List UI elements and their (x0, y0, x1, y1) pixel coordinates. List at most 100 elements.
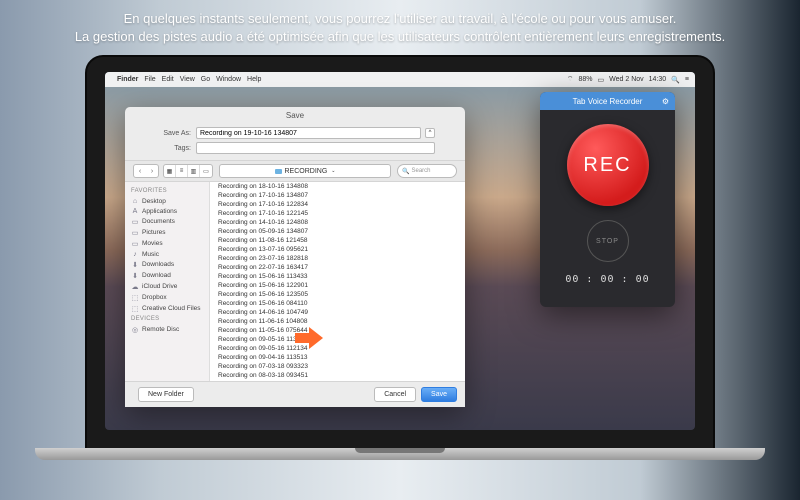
record-button[interactable]: REC (567, 124, 649, 206)
back-icon[interactable]: ‹ (134, 165, 146, 177)
file-row[interactable]: Recording on 18-10-16 134808 (210, 182, 465, 191)
folder-icon (275, 169, 282, 174)
sidebar-item-icon: ⌂ (131, 198, 139, 205)
dialog-sidebar: Favorites ⌂DesktopAApplications▭Document… (125, 182, 210, 381)
sidebar-item[interactable]: ⬇Download (125, 270, 209, 281)
file-row[interactable]: Recording on 11-08-16 121458 (210, 236, 465, 245)
hero-line-1: En quelques instants seulement, vous pou… (0, 10, 800, 28)
sidebar-item-icon: ⬚ (131, 294, 139, 302)
menu-view[interactable]: View (180, 76, 195, 83)
file-row[interactable]: Recording on 17-10-16 122834 (210, 200, 465, 209)
laptop-frame: Finder File Edit View Go Window Help ⌔ 8… (85, 55, 715, 485)
dropdown-chevron-icon: ⌄ (331, 168, 335, 174)
sidebar-item-label: Creative Cloud Files (142, 305, 201, 312)
menu-help[interactable]: Help (247, 76, 261, 83)
notifications-icon[interactable]: ≡ (685, 76, 689, 83)
tags-input[interactable] (196, 142, 435, 154)
icon-view-icon[interactable]: ▦ (164, 165, 176, 177)
sidebar-item-label: Documents (142, 218, 175, 225)
file-row[interactable]: Recording on 05-09-16 134807 (210, 227, 465, 236)
new-folder-button[interactable]: New Folder (138, 387, 194, 402)
laptop-base (35, 448, 765, 460)
save-button[interactable]: Save (421, 387, 457, 402)
file-row[interactable]: Recording on 14-06-16 104749 (210, 308, 465, 317)
spotlight-icon[interactable]: 🔍 (671, 76, 680, 84)
sidebar-item-label: Pictures (142, 229, 165, 236)
wifi-icon[interactable]: ⌔ (567, 75, 574, 84)
sidebar-item-label: Download (142, 272, 171, 279)
sidebar-item[interactable]: ⬚Dropbox (125, 292, 209, 303)
menubar-time: 14:30 (649, 76, 667, 83)
file-row[interactable]: Recording on 07-03-18 093323 (210, 362, 465, 371)
file-row[interactable]: Recording on 09-05-16 112134 (210, 344, 465, 353)
column-view-icon[interactable]: ▥ (188, 165, 200, 177)
sidebar-item[interactable]: ⬚Creative Cloud Files (125, 303, 209, 314)
file-row[interactable]: Recording on 14-10-16 124808 (210, 218, 465, 227)
sidebar-item[interactable]: ▭Documents (125, 216, 209, 227)
favorites-header: Favorites (125, 186, 209, 196)
search-field[interactable]: 🔍 Search (397, 164, 457, 178)
file-row[interactable]: Recording on 23-07-16 182818 (210, 254, 465, 263)
file-row[interactable]: Recording on 11-06-16 104808 (210, 317, 465, 326)
sidebar-item[interactable]: ▭Movies (125, 238, 209, 249)
recorder-titlebar[interactable]: Tab Voice Recorder ⚙ (540, 92, 675, 110)
recorder-title: Tab Voice Recorder (573, 97, 643, 106)
highlight-arrow-icon (295, 327, 325, 349)
sidebar-item-icon: ⬇ (131, 272, 139, 280)
dialog-toolbar: ‹› ▦ ≡ ▥ ▭ RECORDING ⌄ 🔍 Search (125, 160, 465, 182)
nav-back-forward[interactable]: ‹› (133, 164, 159, 178)
menu-window[interactable]: Window (216, 76, 241, 83)
file-row[interactable]: Recording on 15-06-16 084110 (210, 299, 465, 308)
file-row[interactable]: Recording on 17-10-16 122145 (210, 209, 465, 218)
sidebar-item-label: Dropbox (142, 294, 167, 301)
menubar-app-name[interactable]: Finder (117, 76, 138, 83)
file-row[interactable]: Recording on 08-03-18 093451 (210, 371, 465, 380)
menu-edit[interactable]: Edit (162, 76, 174, 83)
file-row[interactable]: Recording on 11-05-16 075644 (210, 326, 465, 335)
forward-icon[interactable]: › (146, 165, 158, 177)
collapse-chevron-icon[interactable]: ^ (425, 128, 435, 138)
sidebar-item-icon: A (131, 208, 139, 215)
sidebar-item[interactable]: ◎Remote Disc (125, 324, 209, 335)
voice-recorder-window: Tab Voice Recorder ⚙ REC STOP 00 : 00 : … (540, 92, 675, 307)
save-as-label: Save As: (155, 130, 191, 137)
save-as-input[interactable] (196, 127, 421, 139)
hero-caption: En quelques instants seulement, vous pou… (0, 10, 800, 46)
cancel-button[interactable]: Cancel (374, 387, 416, 402)
file-row[interactable]: Recording on 22-07-16 163417 (210, 263, 465, 272)
sidebar-item[interactable]: ♪Music (125, 249, 209, 259)
sidebar-item[interactable]: ▭Pictures (125, 227, 209, 238)
sidebar-item[interactable]: ⬇Downloads (125, 259, 209, 270)
macos-menubar: Finder File Edit View Go Window Help ⌔ 8… (105, 72, 695, 87)
stop-button[interactable]: STOP (587, 220, 629, 262)
dialog-title: Save (125, 107, 465, 124)
menubar-date: Wed 2 Nov (609, 76, 644, 83)
sidebar-item-icon: ☁ (131, 283, 139, 291)
file-row[interactable]: Recording on 15-06-16 113433 (210, 272, 465, 281)
gear-icon[interactable]: ⚙ (662, 97, 669, 106)
file-row[interactable]: Recording on 17-10-16 134807 (210, 191, 465, 200)
list-view-icon[interactable]: ≡ (176, 165, 188, 177)
location-dropdown[interactable]: RECORDING ⌄ (219, 164, 391, 178)
file-row[interactable]: Recording on 09-05-16 113514 (210, 335, 465, 344)
sidebar-item[interactable]: ☁iCloud Drive (125, 281, 209, 292)
sidebar-item-icon: ⬚ (131, 305, 139, 313)
menu-go[interactable]: Go (201, 76, 210, 83)
hero-line-2: La gestion des pistes audio a été optimi… (0, 28, 800, 46)
file-row[interactable]: Recording on 15-06-16 122901 (210, 281, 465, 290)
sidebar-item[interactable]: ⌂Desktop (125, 196, 209, 206)
battery-percent: 88% (579, 76, 593, 83)
search-placeholder: Search (411, 168, 430, 174)
view-switcher[interactable]: ▦ ≡ ▥ ▭ (163, 164, 213, 178)
sidebar-item-label: Desktop (142, 198, 166, 205)
devices-header: Devices (125, 314, 209, 324)
sidebar-item-icon: ▭ (131, 218, 139, 226)
file-row[interactable]: Recording on 13-07-16 095621 (210, 245, 465, 254)
file-list[interactable]: Recording on 18-10-16 134808Recording on… (210, 182, 465, 381)
sidebar-item[interactable]: AApplications (125, 206, 209, 216)
file-row[interactable]: Recording on 11-03-16 102254 (210, 380, 465, 381)
file-row[interactable]: Recording on 09-04-16 113513 (210, 353, 465, 362)
menu-file[interactable]: File (144, 76, 155, 83)
coverflow-view-icon[interactable]: ▭ (200, 165, 212, 177)
file-row[interactable]: Recording on 15-06-16 123505 (210, 290, 465, 299)
